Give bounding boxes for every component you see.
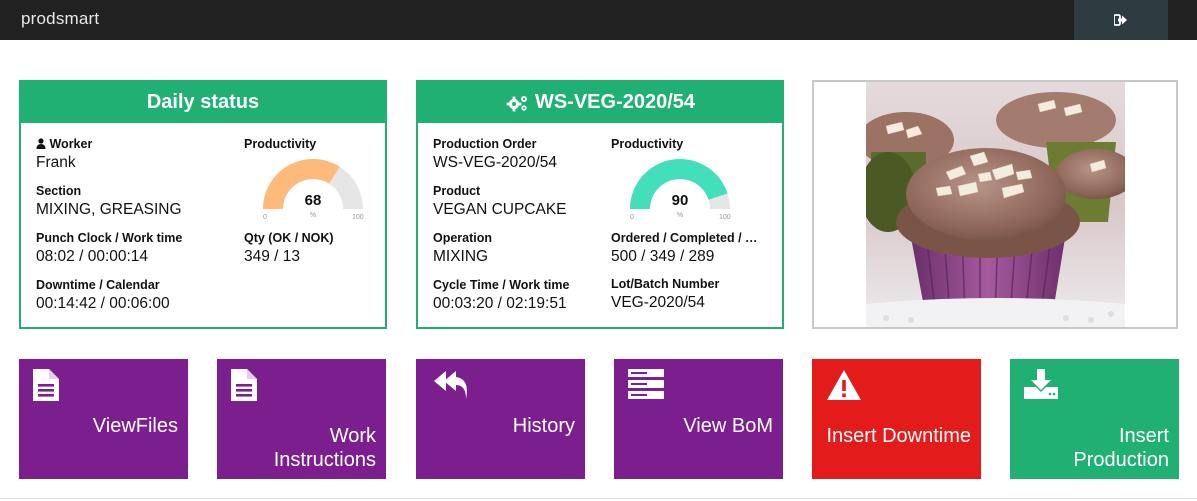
user-icon xyxy=(36,138,46,149)
section-value: MIXING, GREASING xyxy=(36,201,182,218)
work-instructions-tile[interactable]: Work Instructions xyxy=(217,359,386,479)
product-photo xyxy=(866,82,1125,327)
work-order-card: WS-VEG-2020/54 Production Order WS-VEG-2… xyxy=(416,80,784,329)
productivity-label: Productivity xyxy=(244,137,317,151)
operation-value: MIXING xyxy=(433,248,489,265)
cogs-icon xyxy=(506,95,527,111)
gauge-max: 100 xyxy=(352,214,364,221)
brand-logo[interactable]: prodsmart xyxy=(21,9,99,29)
production-order-value: WS-VEG-2020/54 xyxy=(433,154,558,171)
file-icon xyxy=(33,369,59,401)
punch-clock-label: Punch Clock / Work time xyxy=(36,231,183,245)
sign-out-icon xyxy=(1114,14,1127,26)
worker-label: Worker xyxy=(36,137,92,151)
daily-status-header: Daily status xyxy=(21,82,385,123)
work-order-header: WS-VEG-2020/54 xyxy=(418,82,782,123)
server-icon xyxy=(628,369,664,399)
tile-label: View BoM xyxy=(683,415,773,437)
download-icon xyxy=(1024,369,1058,399)
downtime-label: Downtime / Calendar xyxy=(36,278,160,292)
gauge-min: 0 xyxy=(263,214,267,221)
daily-status-card: Daily status Worker Frank Section MIXING… xyxy=(19,80,387,329)
product-image-card xyxy=(812,80,1178,329)
product-label: Product xyxy=(433,184,481,198)
card-title: WS-VEG-2020/54 xyxy=(534,91,696,113)
product-value: VEGAN CUPCAKE xyxy=(433,201,567,218)
lot-batch-value: VEG-2020/54 xyxy=(611,294,705,311)
tile-label: Insert Downtime xyxy=(826,425,972,447)
productivity-gauge: 90 % 0 100 xyxy=(625,154,743,224)
file-icon xyxy=(231,369,257,401)
reply-all-icon xyxy=(434,371,467,399)
tile-label: ViewFiles xyxy=(92,415,178,437)
top-navbar: prodsmart xyxy=(0,0,1197,40)
downtime-value: 00:14:42 / 00:06:00 xyxy=(36,295,170,312)
gauge-value: 90 xyxy=(671,192,689,209)
punch-clock-value: 08:02 / 00:00:14 xyxy=(36,248,149,265)
insert-production-tile[interactable]: Insert Production xyxy=(1010,359,1179,479)
view-files-tile[interactable]: ViewFiles xyxy=(19,359,188,479)
ordered-completed-value: 500 / 349 / 289 xyxy=(611,248,715,265)
footer-divider xyxy=(0,498,1197,499)
production-order-label: Production Order xyxy=(433,137,537,151)
tile-label: Insert Production xyxy=(1073,425,1169,471)
section-label: Section xyxy=(36,184,82,198)
lot-batch-label: Lot/Batch Number xyxy=(611,277,720,291)
cycle-time-label: Cycle Time / Work time xyxy=(433,278,570,292)
cycle-time-value: 00:03:20 / 02:19:51 xyxy=(433,295,567,312)
gauge-max: 100 xyxy=(719,214,731,221)
tile-label: Work Instructions xyxy=(273,425,376,471)
card-title: Daily status xyxy=(146,91,260,113)
productivity-label: Productivity xyxy=(611,137,684,151)
qty-value: 349 / 13 xyxy=(244,248,301,265)
history-tile[interactable]: History xyxy=(416,359,585,479)
view-bom-tile[interactable]: View BoM xyxy=(614,359,783,479)
operation-label: Operation xyxy=(433,231,493,245)
insert-downtime-tile[interactable]: Insert Downtime xyxy=(812,359,981,479)
gauge-min: 0 xyxy=(630,214,634,221)
ordered-completed-label: Ordered / Completed / … xyxy=(611,231,758,245)
logout-button[interactable] xyxy=(1074,0,1168,40)
warning-icon xyxy=(827,370,861,400)
productivity-gauge: 68 % 0 100 xyxy=(258,154,376,224)
qty-label: Qty (OK / NOK) xyxy=(244,231,334,245)
gauge-value: 68 xyxy=(304,192,322,209)
tile-label: History xyxy=(512,415,575,437)
worker-value: Frank xyxy=(36,154,76,171)
